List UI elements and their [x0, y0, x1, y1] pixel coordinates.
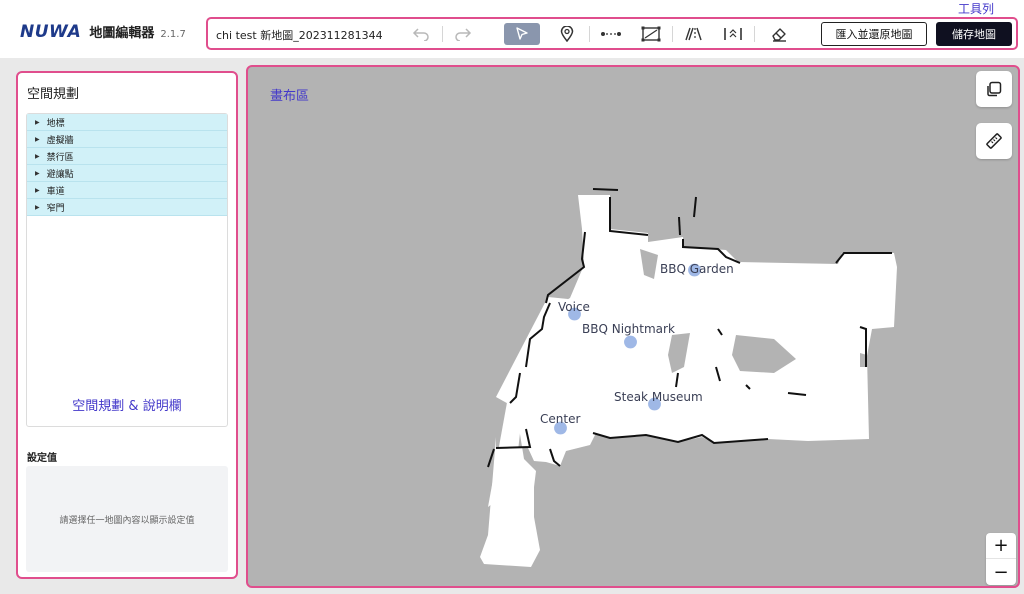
toolbar-divider: [754, 26, 755, 42]
layer-item-label: 虛擬牆: [46, 135, 74, 146]
narrow-door-icon[interactable]: [720, 23, 746, 45]
wall-line: [678, 216, 681, 236]
layer-item-narrow-door[interactable]: ▶ 窄門: [27, 199, 227, 216]
toolbar-annotation: 工具列: [958, 2, 995, 16]
zoom-controls: + −: [986, 533, 1016, 585]
settings-title: 設定值: [27, 453, 57, 464]
layer-item-label: 地標: [46, 118, 65, 129]
layer-item-label: 窄門: [46, 203, 65, 214]
landmark-label-center[interactable]: Center: [540, 412, 580, 426]
layer-item-label: 車道: [46, 186, 65, 197]
layers-toggle-button[interactable]: [976, 71, 1012, 107]
panel-title: 空間規劃: [27, 87, 80, 102]
map-name[interactable]: chi test 新地圖_202311281344: [216, 27, 383, 43]
brand: NUWA 地圖編輯器 2.1.7: [20, 22, 186, 42]
ruler-icon: [986, 133, 1002, 149]
landmark-label-bbq-garden[interactable]: BBQ Garden: [660, 262, 734, 276]
zoom-out-button[interactable]: −: [986, 559, 1016, 585]
space-planning-panel: 空間規劃 ▶ 地標 ▶ 虛擬牆 ▶ 禁行區 ▶ 避讓點 ▶ 車道 ▶ 窄門 空間規劃 & 說…: [16, 71, 238, 579]
landmark-label-voice[interactable]: Voice: [558, 300, 590, 314]
toolbar-divider: [589, 26, 590, 42]
app-version: 2.1.7: [160, 29, 186, 40]
layer-item-forbidden-zone[interactable]: ▶ 禁行區: [27, 148, 227, 165]
caret-right-icon: ▶: [35, 186, 40, 194]
layer-item-virtual-wall[interactable]: ▶ 虛擬牆: [27, 131, 227, 148]
landmark-label-bbq-nightmark[interactable]: BBQ Nightmark: [582, 322, 675, 336]
wall-line: [693, 196, 697, 218]
layer-item-label: 避讓點: [46, 169, 74, 180]
canvas-area: BBQ Garden Voice BBQ Nightmark Steak Mus…: [244, 58, 1024, 594]
wall-line: [592, 188, 619, 191]
landmark-label-steak-museum[interactable]: Steak Museum: [614, 390, 703, 404]
panel-annotation: 空間規劃 & 說明欄: [72, 399, 182, 414]
import-restore-map-button[interactable]: 匯入並還原地圖: [821, 22, 927, 46]
layer-item-avoidance-point[interactable]: ▶ 避讓點: [27, 165, 227, 182]
landmark-pin-icon[interactable]: [554, 23, 580, 45]
toolbar: chi test 新地圖_202311281344 匯入並還原地圖 儲存地圖: [206, 17, 1018, 50]
caret-right-icon: ▶: [35, 135, 40, 143]
layer-item-lane[interactable]: ▶ 車道: [27, 182, 227, 199]
nuwa-logo: NUWA: [20, 22, 82, 42]
virtual-wall-icon[interactable]: [598, 23, 624, 45]
toolbar-divider: [442, 26, 443, 42]
save-map-button[interactable]: 儲存地圖: [936, 22, 1012, 46]
lane-icon[interactable]: [680, 23, 706, 45]
app-title: 地圖編輯器: [89, 26, 155, 41]
toolbar-divider: [672, 26, 673, 42]
select-cursor-icon[interactable]: [504, 23, 540, 45]
layer-list: ▶ 地標 ▶ 虛擬牆 ▶ 禁行區 ▶ 避讓點 ▶ 車道 ▶ 窄門: [26, 113, 228, 427]
caret-right-icon: ▶: [35, 118, 40, 126]
measure-ruler-button[interactable]: [976, 123, 1012, 159]
undo-icon[interactable]: [408, 23, 434, 45]
canvas-annotation: 畫布區: [270, 89, 310, 104]
wall-line: [609, 197, 649, 236]
zoom-in-button[interactable]: +: [986, 533, 1016, 559]
redo-icon[interactable]: [450, 23, 476, 45]
left-sidebar: 空間規劃 ▶ 地標 ▶ 虛擬牆 ▶ 禁行區 ▶ 避讓點 ▶ 車道 ▶ 窄門 空間規劃 & 說…: [0, 58, 244, 594]
layer-item-landmark[interactable]: ▶ 地標: [27, 114, 227, 131]
free-space-region: [480, 195, 897, 567]
map-canvas[interactable]: BBQ Garden Voice BBQ Nightmark Steak Mus…: [246, 65, 1020, 588]
caret-right-icon: ▶: [35, 152, 40, 160]
caret-right-icon: ▶: [35, 203, 40, 211]
wall-line: [487, 448, 495, 468]
eraser-icon[interactable]: [766, 23, 792, 45]
caret-right-icon: ▶: [35, 169, 40, 177]
settings-placeholder: 請選擇任一地圖內容以顯示設定值: [26, 466, 228, 572]
layer-item-label: 禁行區: [46, 152, 74, 163]
copy-layers-icon: [987, 81, 1002, 97]
forbidden-zone-icon[interactable]: [638, 23, 664, 45]
occupancy-map[interactable]: BBQ Garden Voice BBQ Nightmark Steak Mus…: [248, 67, 1020, 588]
app-header: NUWA 地圖編輯器 2.1.7 工具列 chi test 新地圖_202311…: [0, 0, 1024, 58]
